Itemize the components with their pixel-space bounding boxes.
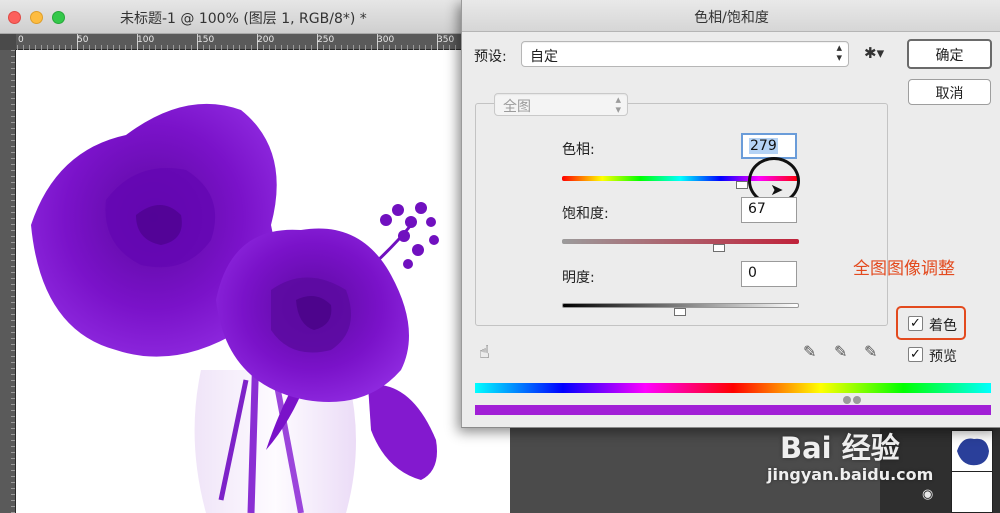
range-marker[interactable] — [853, 396, 861, 404]
eye-icon[interactable]: ◉ — [922, 487, 933, 502]
maximize-window-button[interactable] — [52, 11, 65, 24]
targeted-adjustment-hand-icon[interactable]: ☝ — [479, 342, 490, 363]
preview-label: 预览 — [929, 349, 957, 365]
select-arrows-icon: ▴ ▾ — [615, 93, 621, 116]
eyedropper-minus-icon[interactable]: ✎ — [864, 342, 877, 361]
lightness-slider-thumb[interactable] — [674, 308, 686, 316]
select-arrows-icon: ▴ ▾ — [836, 41, 842, 64]
ok-button[interactable]: 确定 — [907, 39, 992, 69]
minimize-window-button[interactable] — [30, 11, 43, 24]
watermark-logo: Bai 经验 — [780, 431, 900, 465]
ruler-label: 100 — [137, 35, 155, 45]
document-title: 未标题-1 @ 100% (图层 1, RGB/8*) * — [120, 11, 367, 27]
adjustment-group — [475, 103, 888, 326]
channel-select[interactable]: 全图 ▴ ▾ — [494, 93, 628, 116]
layer-thumbnail-image — [957, 438, 989, 466]
saturation-input[interactable]: 67 — [741, 197, 797, 223]
ruler-corner — [0, 34, 16, 50]
saturation-slider-thumb[interactable] — [713, 244, 725, 252]
input-spectrum-bar — [475, 383, 991, 393]
ruler-label: 350 — [437, 35, 455, 45]
range-marker[interactable] — [843, 396, 851, 404]
gear-icon[interactable]: ✱▾ — [864, 44, 884, 62]
rose-image — [31, 103, 439, 513]
saturation-label: 饱和度: — [562, 206, 609, 222]
ruler-label: 0 — [18, 35, 24, 45]
ruler-label: 150 — [197, 35, 215, 45]
close-window-button[interactable] — [8, 11, 21, 24]
eyedropper-plus-icon[interactable]: ✎ — [834, 342, 847, 361]
hue-slider-thumb[interactable] — [736, 181, 748, 189]
ruler-label: 250 — [317, 35, 335, 45]
preset-value: 自定 — [530, 49, 558, 65]
hue-value: 279 — [749, 138, 778, 154]
hue-input[interactable]: 279 — [741, 133, 797, 159]
ruler-label: 300 — [377, 35, 395, 45]
ruler-label: 200 — [257, 35, 275, 45]
channel-value: 全图 — [503, 99, 531, 115]
watermark-url: jingyan.baidu.com — [767, 465, 934, 484]
ok-button-label: 确定 — [935, 48, 964, 64]
lightness-input[interactable]: 0 — [741, 261, 797, 287]
hue-label: 色相: — [562, 142, 595, 158]
colorize-checkbox[interactable]: ✓ — [908, 316, 923, 331]
annotation-text: 全图图像调整 — [853, 259, 955, 279]
preset-select[interactable]: 自定 ▴ ▾ — [521, 41, 849, 67]
cancel-button[interactable]: 取消 — [908, 79, 991, 105]
saturation-value: 67 — [748, 201, 766, 217]
preset-label: 预设: — [474, 49, 507, 65]
background-layer-thumbnail[interactable] — [951, 471, 993, 513]
leaf — [368, 384, 437, 480]
vertical-ruler — [0, 50, 16, 513]
saturation-slider-track[interactable] — [562, 239, 799, 244]
dialog-title: 色相/饱和度 — [694, 10, 769, 26]
dialog-titlebar: 色相/饱和度 — [462, 0, 1000, 32]
eyedropper-icon[interactable]: ✎ — [803, 342, 816, 361]
lightness-label: 明度: — [562, 270, 595, 286]
lightness-value: 0 — [748, 265, 757, 281]
layer-thumbnail[interactable] — [951, 430, 993, 472]
ruler-label: 50 — [77, 35, 89, 45]
output-color-bar — [475, 405, 991, 415]
cancel-button-label: 取消 — [935, 86, 964, 102]
preview-checkbox[interactable]: ✓ — [908, 347, 923, 362]
colorize-label: 着色 — [929, 318, 957, 334]
